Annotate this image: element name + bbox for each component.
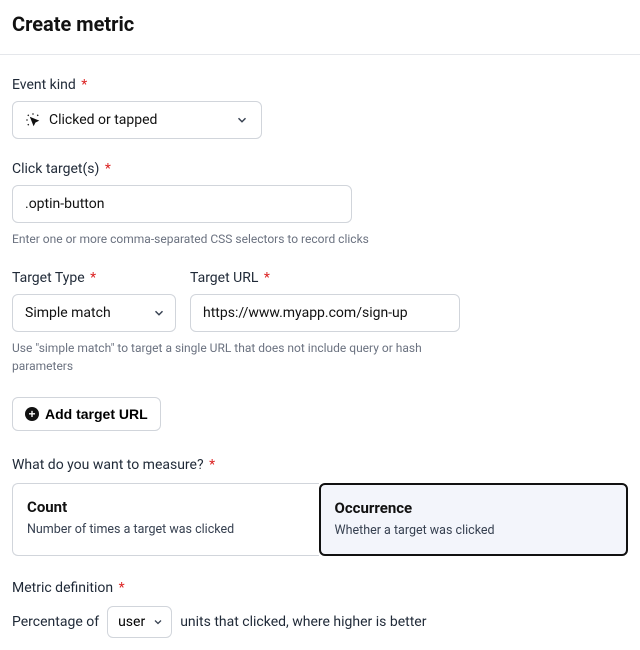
metric-definition-field: Metric definition * Percentage of user u… [12, 580, 628, 638]
event-kind-select[interactable]: Clicked or tapped [12, 101, 262, 139]
click-targets-input[interactable] [12, 185, 352, 223]
required-indicator: * [119, 580, 125, 596]
required-indicator: * [81, 77, 87, 93]
required-indicator: * [264, 270, 270, 286]
cursor-click-icon [25, 112, 41, 128]
metric-def-suffix: units that clicked, where higher is bett… [180, 614, 426, 630]
measure-option-desc: Whether a target was clicked [335, 523, 613, 538]
event-kind-label-text: Event kind [12, 77, 76, 93]
metric-definition-label-text: Metric definition [12, 580, 113, 596]
required-indicator: * [209, 457, 215, 473]
target-url-label-text: Target URL [190, 270, 258, 286]
metric-def-prefix: Percentage of [12, 614, 99, 630]
measure-options: Count Number of times a target was click… [12, 483, 628, 556]
measure-option-desc: Number of times a target was clicked [27, 522, 305, 537]
target-url-field: Target URL * [190, 270, 460, 332]
chevron-down-icon [235, 113, 249, 127]
measure-field: What do you want to measure? * Count Num… [12, 457, 628, 556]
add-target-url-button[interactable]: + Add target URL [12, 397, 161, 431]
target-type-label-text: Target Type [12, 270, 85, 286]
metric-definition-sentence: Percentage of user units that clicked, w… [12, 606, 628, 638]
metric-definition-label: Metric definition * [12, 580, 628, 596]
add-target-url-label: Add target URL [45, 406, 148, 422]
click-targets-field: Click target(s) * Enter one or more comm… [12, 161, 628, 248]
measure-option-occurrence[interactable]: Occurrence Whether a target was clicked [319, 483, 629, 556]
target-url-label: Target URL * [190, 270, 460, 286]
target-type-label: Target Type * [12, 270, 176, 286]
plus-circle-icon: + [25, 407, 39, 421]
metric-unit-value: user [118, 614, 145, 630]
target-type-hint: Use "simple match" to target a single UR… [12, 340, 472, 375]
add-target-row: + Add target URL [12, 397, 628, 431]
click-targets-hint: Enter one or more comma-separated CSS se… [12, 231, 628, 248]
target-url-input[interactable] [190, 294, 460, 332]
metric-unit-select[interactable]: user [107, 606, 172, 638]
page-title: Create metric [0, 0, 640, 55]
target-type-select[interactable]: Simple match [12, 294, 176, 332]
measure-label: What do you want to measure? * [12, 457, 628, 473]
event-kind-field: Event kind * Clicked or tapped [12, 77, 262, 139]
target-type-value: Simple match [25, 305, 111, 321]
measure-label-text: What do you want to measure? [12, 457, 204, 473]
measure-option-title: Count [27, 498, 305, 516]
click-targets-label-text: Click target(s) [12, 161, 99, 177]
required-indicator: * [105, 161, 111, 177]
event-kind-label: Event kind * [12, 77, 262, 93]
required-indicator: * [90, 270, 96, 286]
create-metric-form: Event kind * Clicked or tapped Click tar… [0, 55, 640, 650]
click-targets-label: Click target(s) * [12, 161, 628, 177]
target-row: Target Type * Simple match Target URL * [12, 270, 628, 332]
measure-option-title: Occurrence [335, 499, 613, 517]
measure-option-count[interactable]: Count Number of times a target was click… [12, 483, 319, 556]
event-kind-value: Clicked or tapped [49, 112, 227, 128]
target-type-field: Target Type * Simple match [12, 270, 176, 332]
